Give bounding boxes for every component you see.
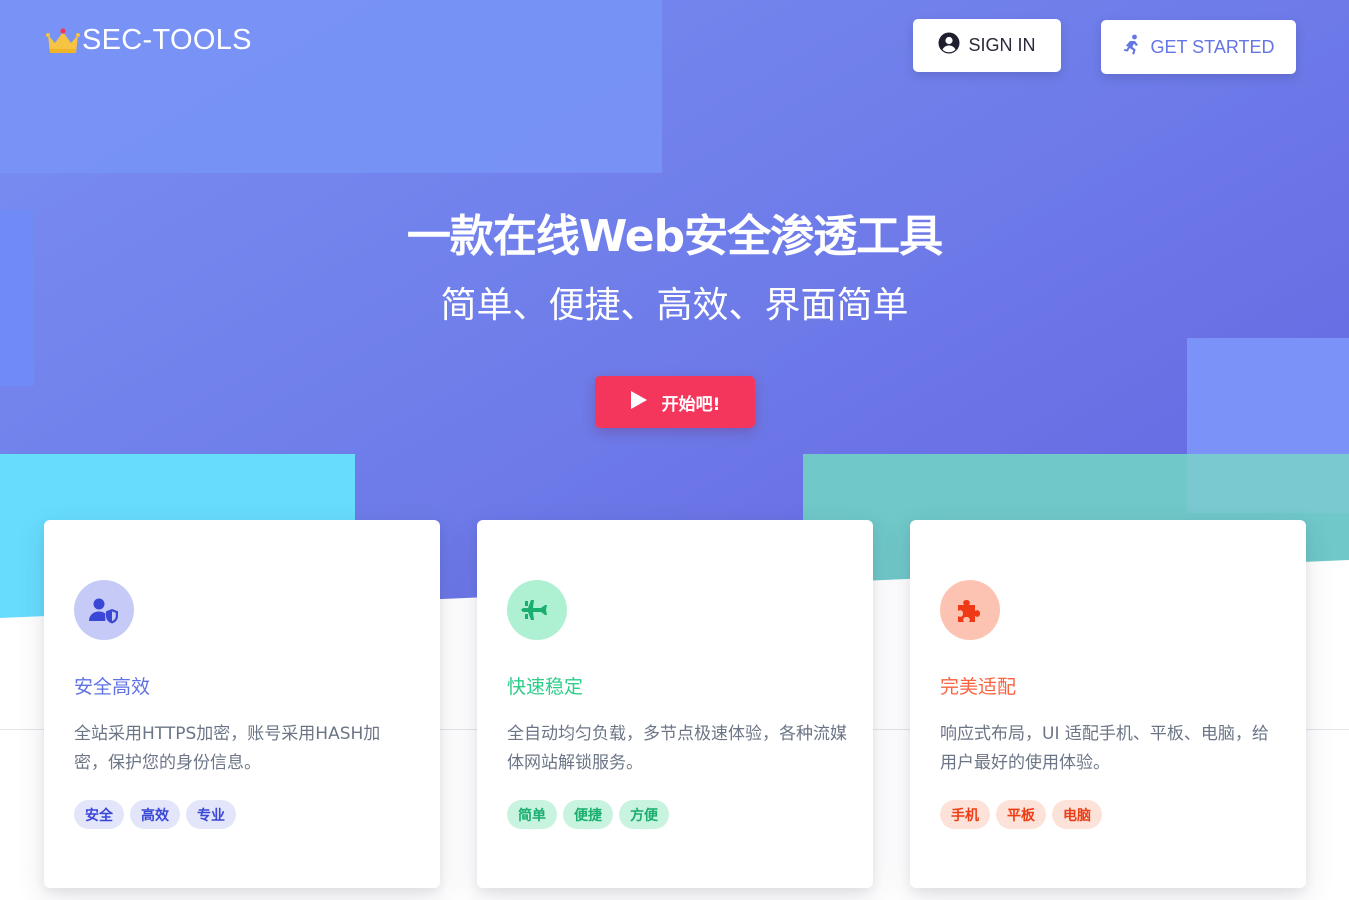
brand-name: SEC-TOOLS <box>82 24 252 56</box>
tag-badge[interactable]: 手机 <box>940 800 990 829</box>
fighter-jet-icon <box>507 580 567 640</box>
card-title: 完美适配 <box>940 676 1017 698</box>
sign-in-label: SIGN IN <box>968 35 1036 55</box>
running-icon <box>1122 34 1142 61</box>
user-circle-icon <box>938 32 960 59</box>
tag-badge[interactable]: 专业 <box>186 800 236 829</box>
card-title: 安全高效 <box>74 676 151 698</box>
get-started-label: GET STARTED <box>1150 36 1275 57</box>
tag-badge[interactable]: 简单 <box>507 800 557 829</box>
hero-title: 一款在线Web安全渗透工具 <box>406 211 943 262</box>
get-started-button[interactable]: GET STARTED <box>1101 20 1296 74</box>
start-button-label: 开始吧! <box>661 394 721 415</box>
feature-card-fast: 快速稳定 全自动均匀负载，多节点极速体验，各种流媒体网站解锁服务。 简单 便捷 … <box>477 520 873 888</box>
brand-logo[interactable]: SEC-TOOLS <box>46 24 252 57</box>
sign-in-button[interactable]: SIGN IN <box>913 19 1061 72</box>
tag-list: 简单 便捷 方便 <box>507 800 669 829</box>
tag-list: 手机 平板 电脑 <box>940 800 1102 829</box>
card-description: 响应式布局，UI 适配手机、平板、电脑，给用户最好的使用体验。 <box>940 724 1269 773</box>
card-description: 全自动均匀负载，多节点极速体验，各种流媒体网站解锁服务。 <box>507 724 847 773</box>
tag-badge[interactable]: 方便 <box>619 800 669 829</box>
feature-card-secure: 安全高效 全站采用HTTPS加密，账号采用HASH加密，保护您的身份信息。 安全… <box>44 520 440 888</box>
tag-badge[interactable]: 平板 <box>996 800 1046 829</box>
tag-badge[interactable]: 便捷 <box>563 800 613 829</box>
tag-badge[interactable]: 电脑 <box>1052 800 1102 829</box>
play-icon <box>630 390 648 415</box>
tag-badge[interactable]: 高效 <box>130 800 180 829</box>
card-description: 全站采用HTTPS加密，账号采用HASH加密，保护您的身份信息。 <box>74 724 381 773</box>
feature-card-adaptive: 完美适配 响应式布局，UI 适配手机、平板、电脑，给用户最好的使用体验。 手机 … <box>910 520 1306 888</box>
start-button[interactable]: 开始吧! <box>595 376 755 428</box>
user-shield-icon <box>74 580 134 640</box>
decor-shape <box>1187 454 1349 513</box>
tag-list: 安全 高效 专业 <box>74 800 236 829</box>
crown-logo-icon <box>46 27 80 55</box>
card-title: 快速稳定 <box>507 676 584 698</box>
puzzle-piece-icon <box>940 580 1000 640</box>
tag-badge[interactable]: 安全 <box>74 800 124 829</box>
hero-subtitle: 简单、便捷、高效、界面简单 <box>440 285 909 326</box>
